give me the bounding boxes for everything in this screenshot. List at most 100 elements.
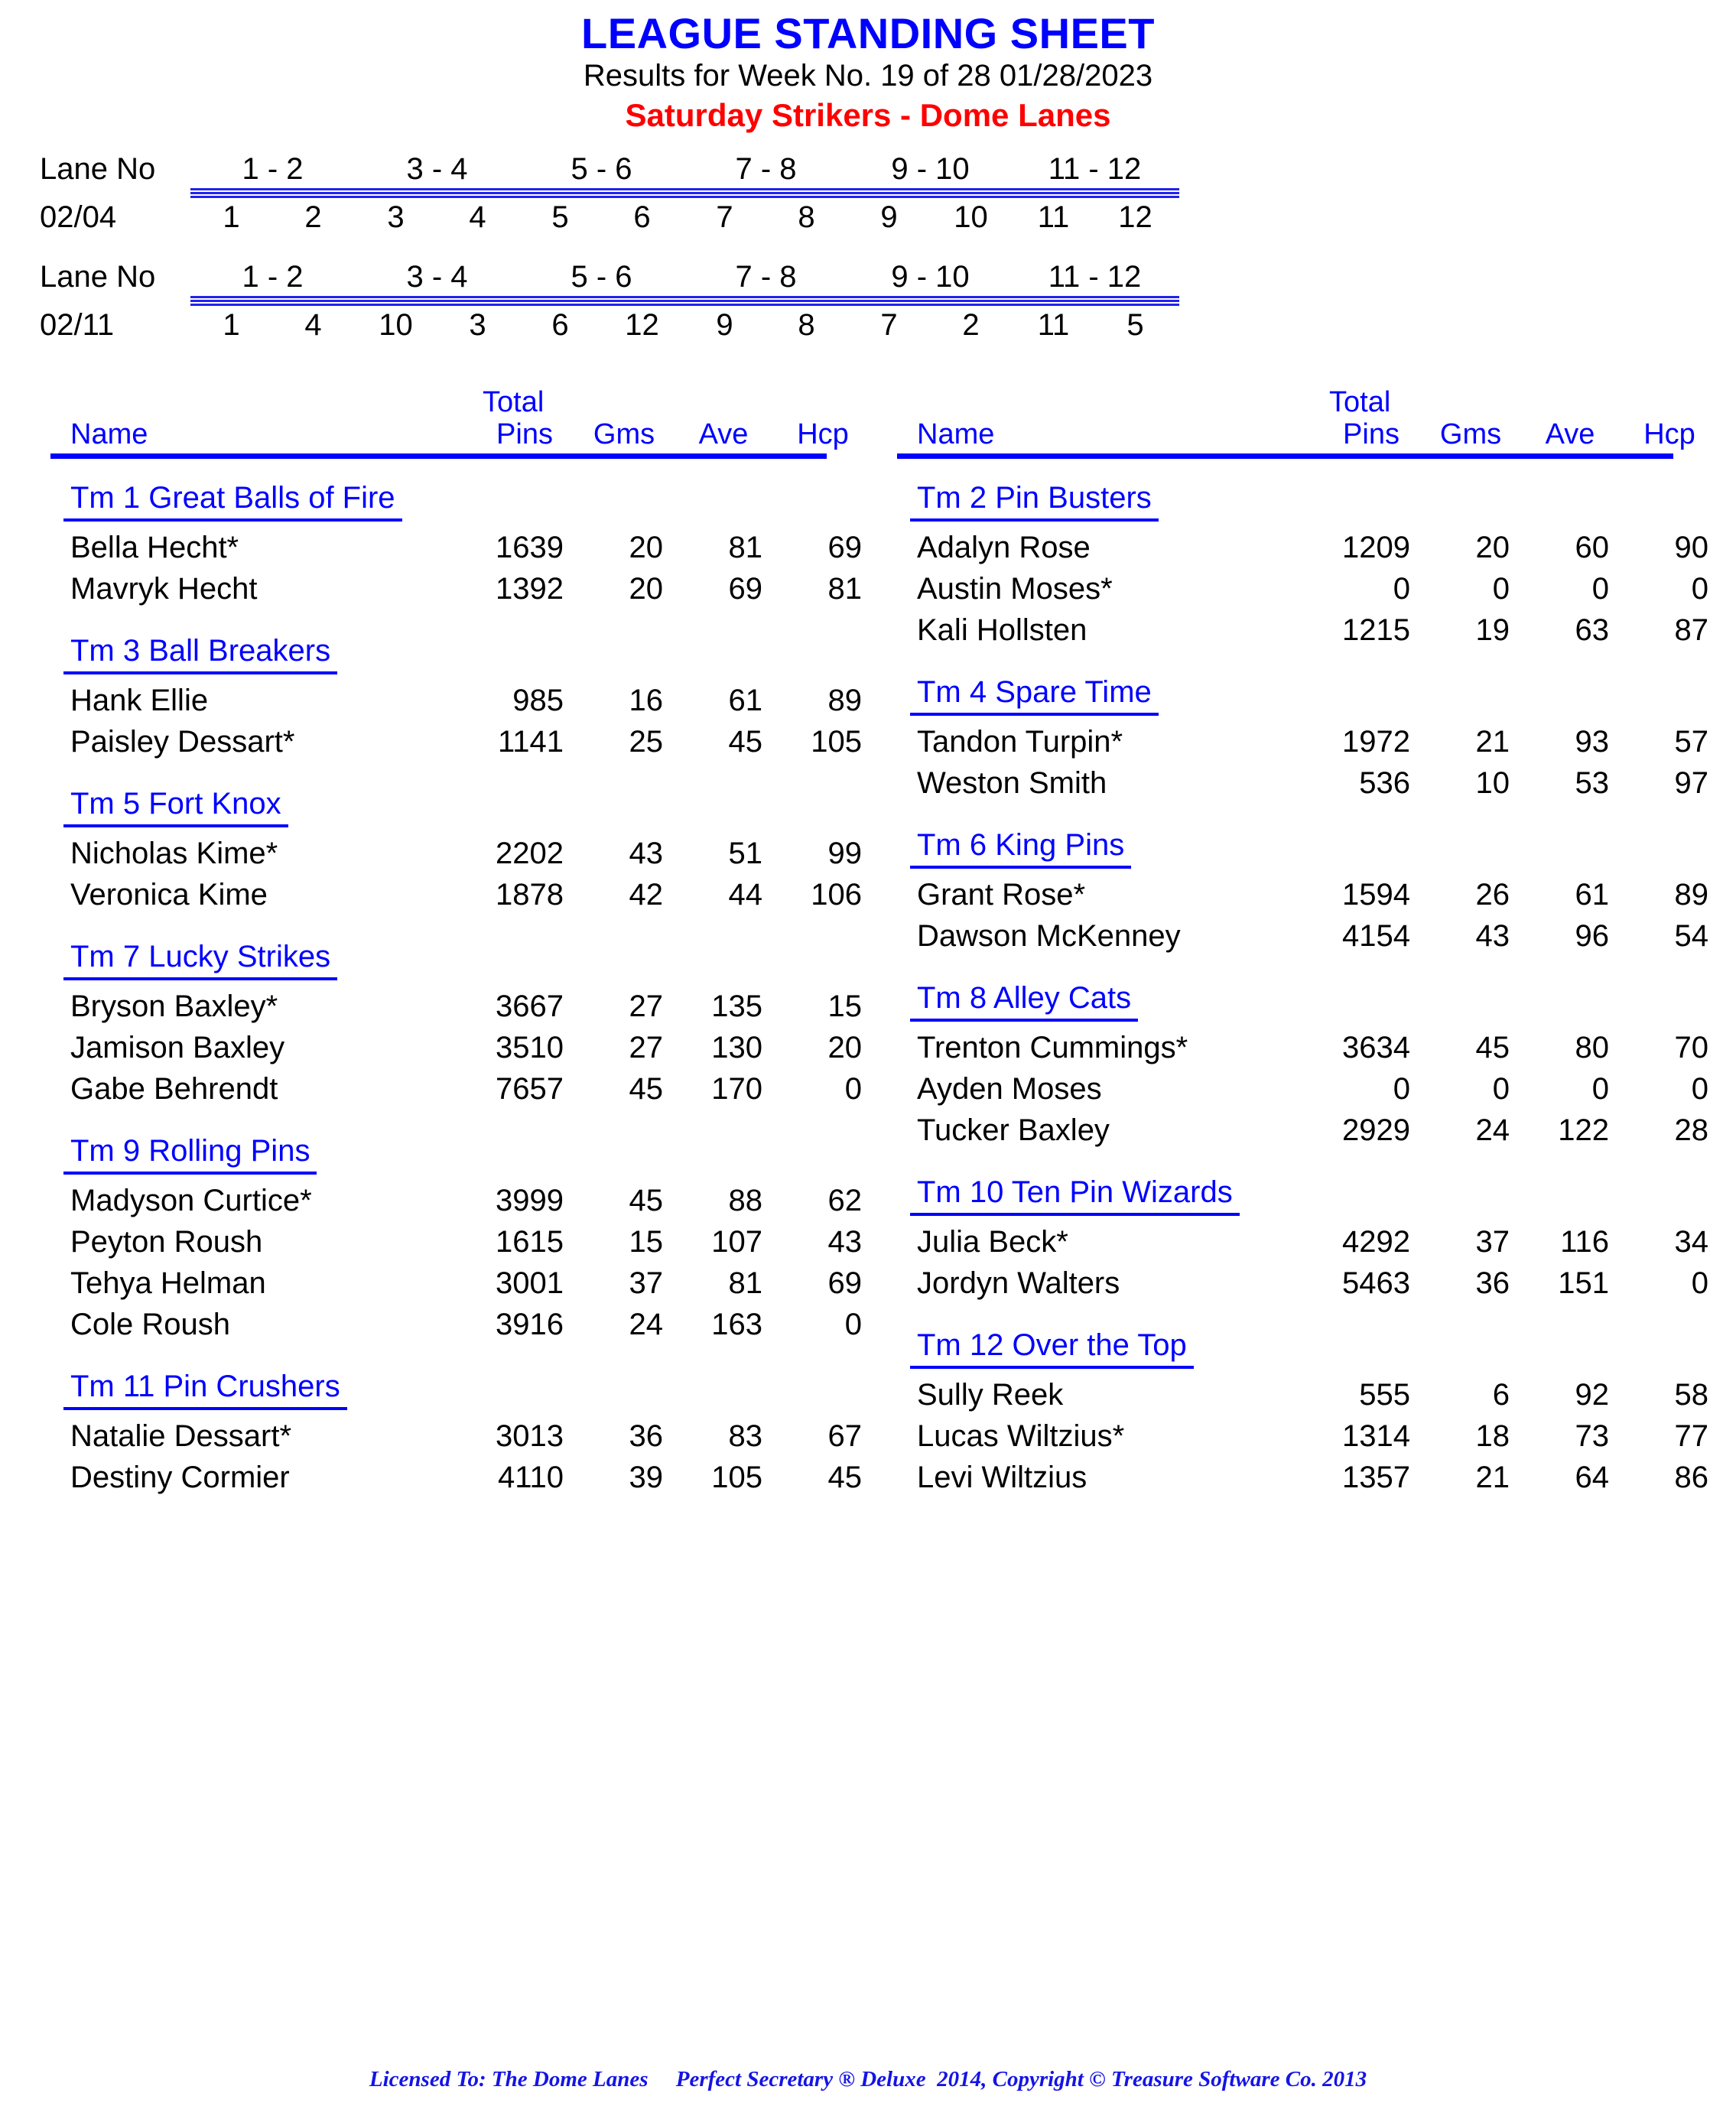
table-row: Madyson Curtice* 3999 45 88 62: [50, 1180, 873, 1221]
table-row: Gabe Behrendt 7657 45 170 0: [50, 1068, 873, 1110]
lane-pair-label: 11 - 12: [1048, 259, 1142, 294]
player-ave: 81: [728, 1266, 763, 1300]
player-gms: 15: [629, 1224, 664, 1259]
player-hcp: 0: [1691, 571, 1708, 606]
player-gms: 27: [629, 989, 664, 1023]
player-name: Peyton Roush: [70, 1224, 263, 1259]
player-ave: 88: [728, 1183, 763, 1217]
player-hcp: 97: [1674, 765, 1709, 800]
column-header-name: Name: [70, 418, 148, 450]
table-row: Adalyn Rose 1209 20 60 90: [897, 527, 1719, 568]
player-name: Kali Hollsten: [917, 613, 1087, 647]
player-ave: 53: [1575, 765, 1610, 800]
column-header-ave: Ave: [1545, 418, 1595, 450]
team-name-link[interactable]: Tm 8 Alley Cats: [910, 983, 1139, 1022]
league-name: Saturday Strikers - Dome Lanes: [625, 97, 1111, 134]
player-ave: 45: [728, 724, 763, 759]
results-week-subtitle: Results for Week No. 19 of 28 01/28/2023: [583, 59, 1153, 93]
lane-date-label: 02/04: [40, 200, 117, 234]
player-gms: 39: [629, 1460, 664, 1494]
player-gms: 24: [1475, 1113, 1510, 1147]
header-rule: [897, 453, 1673, 459]
player-gms: 45: [1475, 1030, 1510, 1064]
team-list-left: Tm 1 Great Balls of Fire Bella Hecht* 1639…: [50, 483, 873, 1498]
player-hcp: 43: [827, 1224, 863, 1259]
team-name-link[interactable]: Tm 5 Fort Knox: [63, 788, 288, 827]
player-ave: 96: [1575, 918, 1610, 953]
team-name-link[interactable]: Tm 2 Pin Busters: [910, 483, 1159, 522]
team-block: Tm 7 Lucky Strikes Bryson Baxley* 3667 27 13…: [50, 941, 873, 1110]
player-gms: 24: [629, 1307, 664, 1341]
player-name: Tucker Baxley: [917, 1113, 1110, 1147]
table-row: Lucas Wiltzius* 1314 18 73 77: [897, 1415, 1719, 1457]
standings-column-left: Total Name Pins Gms Ave Hcp Tm 1 Great B…: [50, 388, 873, 1498]
team-block: Tm 1 Great Balls of Fire Bella Hecht* 1639…: [50, 483, 873, 609]
team-name-link[interactable]: Tm 6 King Pins: [910, 830, 1132, 869]
lane-team-number: 11: [1037, 307, 1070, 342]
player-hcp: 0: [1691, 1266, 1708, 1300]
table-row: Nicholas Kime* 2202 43 51 99: [50, 833, 873, 874]
player-ave: 130: [711, 1030, 762, 1064]
lane-pair-label: 11 - 12: [1048, 151, 1142, 186]
team-name-link[interactable]: Tm 10 Ten Pin Wizards: [910, 1177, 1240, 1216]
player-pins: 2929: [1342, 1113, 1410, 1147]
table-row: Jamison Baxley 3510 27 130 20: [50, 1027, 873, 1068]
player-gms: 43: [629, 836, 664, 870]
team-name-link[interactable]: Tm 12 Over the Top: [910, 1330, 1194, 1369]
player-ave: 116: [1560, 1224, 1609, 1259]
player-ave: 93: [1575, 724, 1610, 759]
player-hcp: 15: [827, 989, 863, 1023]
lane-team-number: 4: [469, 200, 486, 234]
lane-schedule-section: Lane No 1 - 2 3 - 4 5 - 6 7 - 8 9 - 10 11 - 12…: [0, 154, 1736, 340]
player-ave: 83: [728, 1419, 763, 1453]
player-ave: 135: [711, 989, 762, 1023]
lane-header-row: Lane No 1 - 2 3 - 4 5 - 6 7 - 8 9 - 10 11 - 12: [40, 154, 1736, 184]
lane-pair-teams: 12: [190, 202, 355, 232]
team-name-link[interactable]: Tm 11 Pin Crushers: [63, 1371, 347, 1410]
player-name: Grant Rose*: [917, 877, 1086, 912]
team-name-link[interactable]: Tm 4 Spare Time: [910, 677, 1159, 716]
player-name: Natalie Dessart*: [70, 1419, 292, 1453]
player-gms: 20: [629, 530, 664, 564]
player-rows: Bella Hecht* 1639 20 81 69 Mavryk Hecht 1392 20…: [50, 527, 873, 609]
team-name-link[interactable]: Tm 3 Ball Breakers: [63, 635, 338, 674]
player-pins: 1209: [1342, 530, 1410, 564]
lane-pair-label: 7 - 8: [735, 151, 797, 186]
lane-pair-teams: 11 12: [1013, 202, 1177, 232]
player-name: Sully Reek: [917, 1377, 1064, 1412]
column-header-hcp: Hcp: [1643, 418, 1695, 450]
lane-no-label: Lane No: [40, 259, 156, 294]
lane-team-number: 10: [379, 307, 413, 342]
table-row: Austin Moses* 0 0 0 0: [897, 568, 1719, 609]
lane-pair-teams: 14: [190, 310, 355, 340]
player-rows: Sully Reek 555 6 92 58 Lucas Wiltzius* 1314 18 7…: [897, 1374, 1719, 1498]
table-row: Tandon Turpin* 1972 21 93 57: [897, 721, 1719, 762]
player-gms: 16: [629, 683, 664, 717]
player-ave: 0: [1591, 1071, 1609, 1106]
lane-team-number: 7: [716, 200, 733, 234]
team-name-link[interactable]: Tm 9 Rolling Pins: [63, 1136, 317, 1175]
player-gms: 43: [1475, 918, 1510, 953]
player-hcp: 28: [1674, 1113, 1709, 1147]
lane-pair-label: 1 - 2: [242, 259, 304, 294]
player-name: Hank Ellie: [70, 683, 209, 717]
team-name-link[interactable]: Tm 7 Lucky Strikes: [63, 941, 338, 980]
player-name: Austin Moses*: [917, 571, 1113, 606]
team-block: Tm 5 Fort Knox Nicholas Kime* 2202 43 51 99 Ve…: [50, 788, 873, 915]
player-name: Madyson Curtice*: [70, 1183, 312, 1217]
player-gms: 42: [629, 877, 664, 912]
player-ave: 44: [728, 877, 763, 912]
player-name: Destiny Cormier: [70, 1460, 290, 1494]
lane-pair-label: 5 - 6: [571, 259, 632, 294]
table-row: Sully Reek 555 6 92 58: [897, 1374, 1719, 1415]
lane-pair-label: 3 - 4: [406, 151, 468, 186]
player-hcp: 90: [1674, 530, 1709, 564]
player-name: Dawson McKenney: [917, 918, 1181, 953]
team-name-link[interactable]: Tm 1 Great Balls of Fire: [63, 483, 402, 522]
lane-team-number: 7: [880, 307, 898, 342]
player-ave: 64: [1575, 1460, 1610, 1494]
player-hcp: 99: [827, 836, 863, 870]
player-pins: 3013: [496, 1419, 564, 1453]
player-gms: 19: [1475, 613, 1510, 647]
team-block: Tm 9 Rolling Pins Madyson Curtice* 3999 45 8…: [50, 1136, 873, 1345]
